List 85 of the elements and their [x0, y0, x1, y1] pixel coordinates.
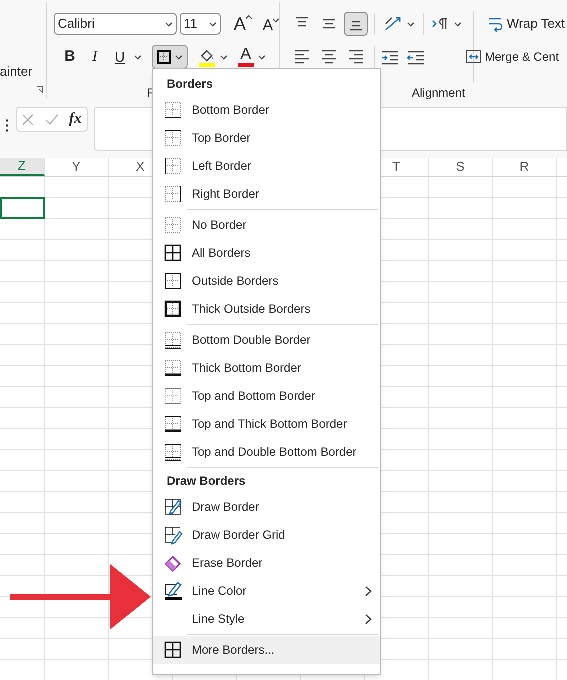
border-style-icon [163, 386, 183, 406]
wrap-icon [487, 16, 503, 32]
menu-item[interactable]: Erase Border [153, 549, 380, 577]
border-style-icon [163, 100, 183, 120]
align-lines-icon [294, 49, 310, 65]
caret-icon [209, 22, 217, 26]
caret-up-icon [246, 15, 252, 20]
border-style-icon [163, 442, 183, 462]
menu-item[interactable]: Thick Outside Borders [153, 295, 380, 323]
menu-item[interactable]: Outside Borders [153, 267, 380, 295]
menu-item[interactable]: Bottom Double Border [153, 326, 380, 354]
shrink-font-button[interactable]: A [263, 18, 280, 33]
caret-icon [220, 54, 228, 60]
caret-icon [165, 22, 173, 26]
border-style-icon [163, 243, 183, 263]
merge-center-button[interactable]: Merge & Cent [466, 48, 560, 66]
menu-item[interactable]: Top Border [153, 124, 380, 152]
menu-item[interactable]: Thick Bottom Border [153, 354, 380, 382]
align-bottom-button[interactable] [344, 12, 368, 36]
border-style-icon [163, 156, 183, 176]
menu-item[interactable]: More Borders... [153, 636, 380, 664]
italic-button[interactable]: I [84, 46, 106, 68]
border-style-icon [163, 330, 183, 350]
menu-item[interactable]: No Border [153, 211, 380, 239]
color-bar [238, 63, 254, 67]
font-name-dropdown[interactable]: Calibri [54, 13, 177, 35]
underline-button[interactable]: U [109, 46, 131, 68]
font-color-button[interactable]: A [238, 47, 266, 67]
align-lines-icon [348, 49, 364, 65]
decrease-indent-icon [407, 49, 425, 65]
column-header[interactable]: S [429, 158, 493, 176]
bold-button[interactable]: B [59, 46, 81, 68]
border-style-icon [163, 358, 183, 378]
wrap-text-button[interactable]: Wrap Text [487, 14, 566, 34]
border-style-icon [163, 215, 183, 235]
pencil-grid-icon [163, 525, 183, 545]
grid-icon [163, 640, 183, 660]
menu-item[interactable]: Right Border [153, 180, 380, 208]
menu-item[interactable]: Top and Double Bottom Border [153, 438, 380, 466]
borders-icon [157, 50, 171, 64]
pencil-line-icon [163, 581, 183, 601]
column-header[interactable]: Y [45, 158, 109, 176]
eraser-icon [163, 553, 183, 573]
menu-heading: Borders [166, 76, 214, 93]
caret-icon [134, 54, 142, 60]
borders-button[interactable] [152, 45, 188, 69]
selected-cell[interactable] [0, 197, 45, 219]
more-options-icon[interactable]: ⋮ [0, 115, 14, 136]
pencil-grid-icon [163, 497, 183, 517]
menu-item[interactable]: Draw Border Grid [153, 521, 380, 549]
group-label: Alignment [412, 85, 466, 102]
menu-item[interactable]: Left Border [153, 152, 380, 180]
paragraph-icon [432, 17, 450, 31]
grow-font-button[interactable]: A [234, 15, 252, 33]
caret-icon [407, 22, 415, 26]
column-header[interactable]: R [493, 158, 557, 176]
align-lines-icon [321, 49, 337, 65]
menu-heading: Draw Borders [166, 473, 247, 490]
caret-icon [258, 54, 266, 60]
font-size-dropdown[interactable]: 11 [180, 13, 221, 35]
menu-item[interactable]: Top and Bottom Border [153, 382, 380, 410]
border-style-icon [163, 414, 183, 434]
dialog-launcher-icon [36, 86, 44, 94]
menu-item[interactable]: Bottom Border [153, 96, 380, 124]
angled-arrow-icon [383, 15, 403, 33]
menu-item[interactable]: Line Style [153, 605, 380, 633]
cancel-icon [22, 114, 34, 126]
menu-item[interactable]: Line Color [153, 577, 380, 605]
menu-item[interactable]: Top and Thick Bottom Border [153, 410, 380, 438]
insert-function-button[interactable]: fx [69, 108, 82, 131]
increase-indent-icon [381, 49, 399, 65]
text-direction-button[interactable] [430, 17, 464, 31]
border-style-icon [163, 128, 183, 148]
group-label: ainter [0, 63, 33, 81]
border-style-icon [163, 184, 183, 204]
column-header[interactable]: Z [0, 158, 45, 176]
caret-icon [454, 22, 462, 26]
caret-icon [175, 54, 183, 60]
merge-icon [466, 49, 482, 65]
border-style-icon [163, 299, 183, 319]
menu-item[interactable]: All Borders [153, 239, 380, 267]
check-icon [44, 114, 59, 126]
menu-item[interactable]: Draw Border [153, 493, 380, 521]
border-style-icon [163, 271, 183, 291]
caret-down-icon [273, 18, 280, 23]
